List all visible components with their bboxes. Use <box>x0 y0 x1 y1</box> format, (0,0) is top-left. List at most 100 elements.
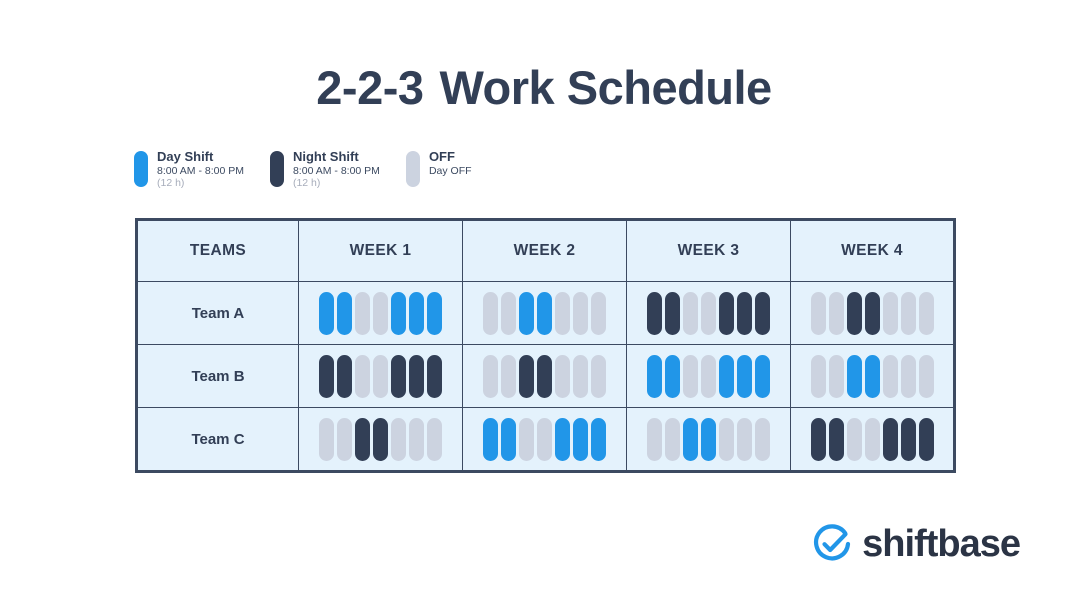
shift-pill-off <box>355 291 370 335</box>
shift-pill-off <box>409 417 424 461</box>
shift-pill-off <box>391 417 406 461</box>
table-row: Team B <box>136 344 955 408</box>
shiftbase-check-circle-icon <box>812 524 852 564</box>
shift-pill-off <box>519 417 534 461</box>
column-header-week-3: WEEK 3 <box>626 219 791 282</box>
shift-pill-off <box>501 354 516 398</box>
shift-pill-off <box>319 417 334 461</box>
pill-group <box>463 408 626 470</box>
shift-pill-off <box>864 417 880 461</box>
column-header-week-1: WEEK 1 <box>298 219 463 282</box>
shift-pill-off <box>846 417 862 461</box>
table-header-row: TEAMS WEEK 1 WEEK 2 WEEK 3 WEEK 4 <box>136 219 955 282</box>
shift-pill-off <box>355 354 370 398</box>
legend-label-off: OFF <box>428 148 455 164</box>
shift-pill-off <box>755 417 770 461</box>
shift-pill-day <box>537 291 552 335</box>
shift-pill-night <box>828 417 844 461</box>
shift-pill-off <box>591 354 606 398</box>
legend-label-day: Day Shift <box>157 148 214 164</box>
shift-pill-off <box>337 417 352 461</box>
shift-pill-off <box>373 291 388 335</box>
shift-pill-off <box>900 354 916 398</box>
shift-pill-off <box>483 291 498 335</box>
shift-pill-off <box>427 417 442 461</box>
schedule-cell <box>298 281 463 345</box>
schedule-cell <box>626 407 791 472</box>
shift-pill-night <box>373 417 388 461</box>
shift-pill-off <box>828 354 844 398</box>
shift-pill-night <box>665 291 680 335</box>
legend-swatch-off <box>405 150 420 187</box>
legend: Day Shift 8:00 AM - 8:00 PM (12 h) Night Sh… <box>134 148 1088 190</box>
shift-pill-day <box>427 291 442 335</box>
legend-hours-day: (12 h) <box>157 177 185 190</box>
schedule-cell <box>462 407 627 472</box>
legend-item-night: Night Shift 8:00 AM - 8:00 PM (12 h) <box>269 148 380 190</box>
shift-pill-day <box>519 291 534 335</box>
shift-pill-day <box>683 417 698 461</box>
shift-pill-night <box>391 354 406 398</box>
legend-time-night: 8:00 AM - 8:00 PM <box>292 164 380 177</box>
shift-pill-night <box>918 417 934 461</box>
shift-pill-night <box>409 354 424 398</box>
pill-group <box>299 282 462 344</box>
shift-pill-day <box>737 354 752 398</box>
pill-group <box>627 408 790 470</box>
legend-time-day: 8:00 AM - 8:00 PM <box>157 164 244 177</box>
column-header-week-2: WEEK 2 <box>462 219 627 282</box>
pill-group <box>299 345 462 407</box>
shift-pill-night <box>900 417 916 461</box>
shift-pill-off <box>918 291 934 335</box>
shift-pill-off <box>573 291 588 335</box>
pill-group <box>463 282 626 344</box>
shift-pill-night <box>737 291 752 335</box>
shift-pill-off <box>701 291 716 335</box>
shift-pill-night <box>647 291 662 335</box>
schedule-cell <box>462 344 627 408</box>
shift-pill-night <box>337 354 352 398</box>
table-row: Team A <box>136 281 955 345</box>
shift-pill-off <box>737 417 752 461</box>
shift-pill-off <box>683 354 698 398</box>
schedule-cell <box>790 281 955 345</box>
schedule-cell <box>790 344 955 408</box>
shiftbase-logo: shiftbase <box>812 523 1021 565</box>
legend-text-day: Day Shift 8:00 AM - 8:00 PM (12 h) <box>157 148 244 190</box>
shift-pill-night <box>846 291 862 335</box>
page-title: 2-2-3 Work Schedule <box>0 0 1088 114</box>
pill-group <box>791 282 953 344</box>
team-name-cell: Team C <box>136 407 299 472</box>
shift-pill-day <box>846 354 862 398</box>
schedule-cell <box>462 281 627 345</box>
shiftbase-wordmark: shiftbase <box>862 523 1021 565</box>
schedule-cell <box>790 407 955 472</box>
shift-pill-off <box>501 291 516 335</box>
shift-pill-off <box>882 291 898 335</box>
legend-time-off: Day OFF <box>428 164 472 177</box>
shift-pill-night <box>319 354 334 398</box>
shift-pill-day <box>337 291 352 335</box>
shift-pill-off <box>555 354 570 398</box>
legend-hours-night: (12 h) <box>292 177 321 190</box>
page-title-prefix: 2-2-3 <box>316 61 424 114</box>
shift-pill-off <box>537 417 552 461</box>
shift-pill-off <box>573 354 588 398</box>
legend-swatch-night <box>269 150 284 187</box>
shift-pill-day <box>573 417 588 461</box>
column-header-week-4: WEEK 4 <box>790 219 955 282</box>
pill-group <box>791 408 953 470</box>
legend-label-night: Night Shift <box>292 148 359 164</box>
pill-group <box>463 345 626 407</box>
shift-pill-off <box>719 417 734 461</box>
shift-pill-off <box>810 354 826 398</box>
shift-pill-night <box>882 417 898 461</box>
pill-group <box>299 408 462 470</box>
shift-pill-night <box>519 354 534 398</box>
shift-pill-off <box>900 291 916 335</box>
shift-pill-day <box>591 417 606 461</box>
shift-pill-day <box>319 291 334 335</box>
shift-pill-off <box>683 291 698 335</box>
schedule-cell <box>298 407 463 472</box>
shift-pill-night <box>810 417 826 461</box>
